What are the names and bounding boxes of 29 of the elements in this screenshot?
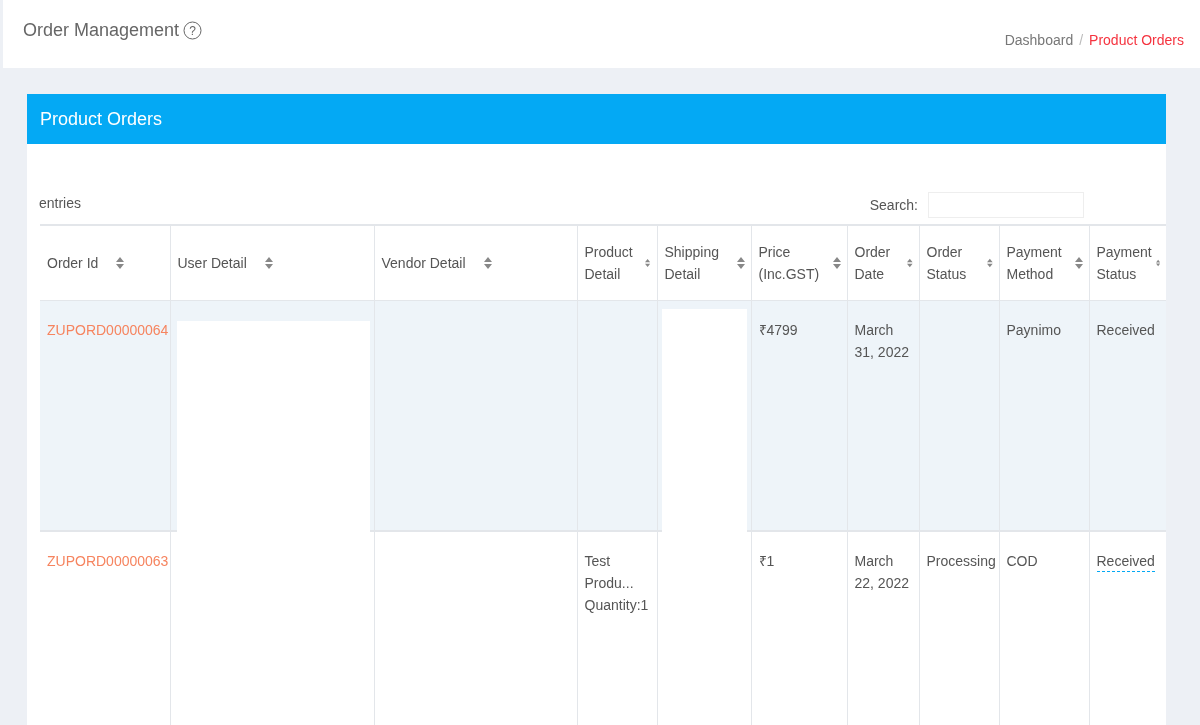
payment-status-cell-text: Received bbox=[1096, 321, 1155, 340]
payment-method-cell-text: Paynimo bbox=[1006, 321, 1061, 340]
price-cell-text: ₹1 bbox=[758, 552, 775, 571]
product-detail-text: Test Produ... bbox=[584, 552, 635, 593]
sort-icon bbox=[736, 257, 745, 269]
card-title: Product Orders bbox=[40, 108, 163, 130]
sort-icon bbox=[116, 257, 125, 269]
sort-icon bbox=[832, 257, 841, 269]
breadcrumb-link[interactable]: Dashboard bbox=[1004, 32, 1074, 48]
payment-method-cell-text: COD bbox=[1006, 552, 1038, 571]
sort-icon bbox=[1155, 257, 1160, 269]
order-date-cell-text: March 22, 2022 bbox=[854, 552, 910, 593]
product-detail-text: Quantity:1 bbox=[584, 596, 650, 615]
breadcrumb-separator: / bbox=[1079, 32, 1084, 48]
payment-status-cell[interactable]: Received bbox=[1096, 551, 1155, 572]
help-icon[interactable]: ? bbox=[183, 20, 203, 40]
sort-icon bbox=[645, 257, 651, 269]
sort-icon bbox=[483, 257, 492, 269]
order-date-cell-text: March 31, 2022 bbox=[854, 321, 910, 362]
sort-icon bbox=[264, 257, 273, 269]
breadcrumb-link[interactable]: Product Orders bbox=[1089, 32, 1184, 48]
price-cell-text: ₹4799 bbox=[758, 321, 798, 340]
sort-icon bbox=[906, 257, 913, 269]
sort-icon bbox=[986, 257, 993, 269]
order-status-cell-text: Processing bbox=[926, 552, 996, 571]
page-title: Order Management bbox=[23, 19, 180, 41]
search-label: Search: bbox=[869, 197, 918, 213]
sort-icon bbox=[1074, 257, 1083, 269]
entries-label: entries bbox=[39, 195, 82, 211]
